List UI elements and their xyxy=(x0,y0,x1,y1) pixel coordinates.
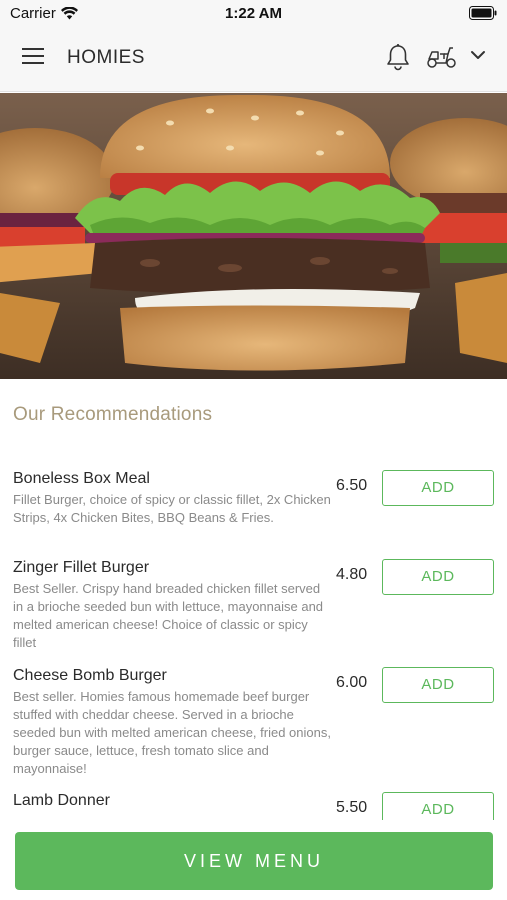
status-bar: Carrier 1:22 AM xyxy=(0,0,507,26)
item-price: 4.80 xyxy=(336,566,368,583)
view-menu-button[interactable]: VIEW MENU xyxy=(15,832,493,890)
menu-icon[interactable] xyxy=(22,48,46,68)
status-time: 1:22 AM xyxy=(225,5,282,22)
item-price: 6.50 xyxy=(336,477,368,494)
hero-image xyxy=(0,93,507,379)
section-title: Our Recommendations xyxy=(13,404,213,425)
item-description: Best Seller. Crispy hand breaded chicken… xyxy=(13,581,324,650)
item-name: Cheese Bomb Burger xyxy=(13,667,167,684)
item-description: Fillet Burger, choice of spicy or classi… xyxy=(13,492,331,525)
recommendations-list: Boneless Box Meal Fillet Burger, choice … xyxy=(0,470,507,820)
item-name: Lamb Donner xyxy=(13,792,110,809)
item-name: Boneless Box Meal xyxy=(13,470,150,487)
item-price: 5.50 xyxy=(336,799,368,816)
add-button[interactable]: ADD xyxy=(382,559,494,595)
add-button[interactable]: ADD xyxy=(382,792,494,820)
scooter-icon[interactable] xyxy=(426,45,458,69)
app-header: HOMIES xyxy=(0,26,507,92)
burger-photo xyxy=(0,93,507,379)
add-button[interactable]: ADD xyxy=(382,667,494,703)
bell-icon[interactable] xyxy=(385,43,411,71)
item-name: Zinger Fillet Burger xyxy=(13,559,150,576)
battery-icon xyxy=(469,6,497,20)
item-price: 6.00 xyxy=(336,674,368,691)
app-title: HOMIES xyxy=(67,47,145,68)
item-description: Best seller. Homies famous homemade beef… xyxy=(13,689,331,776)
add-button[interactable]: ADD xyxy=(382,470,494,506)
chevron-down-icon[interactable] xyxy=(470,49,486,61)
